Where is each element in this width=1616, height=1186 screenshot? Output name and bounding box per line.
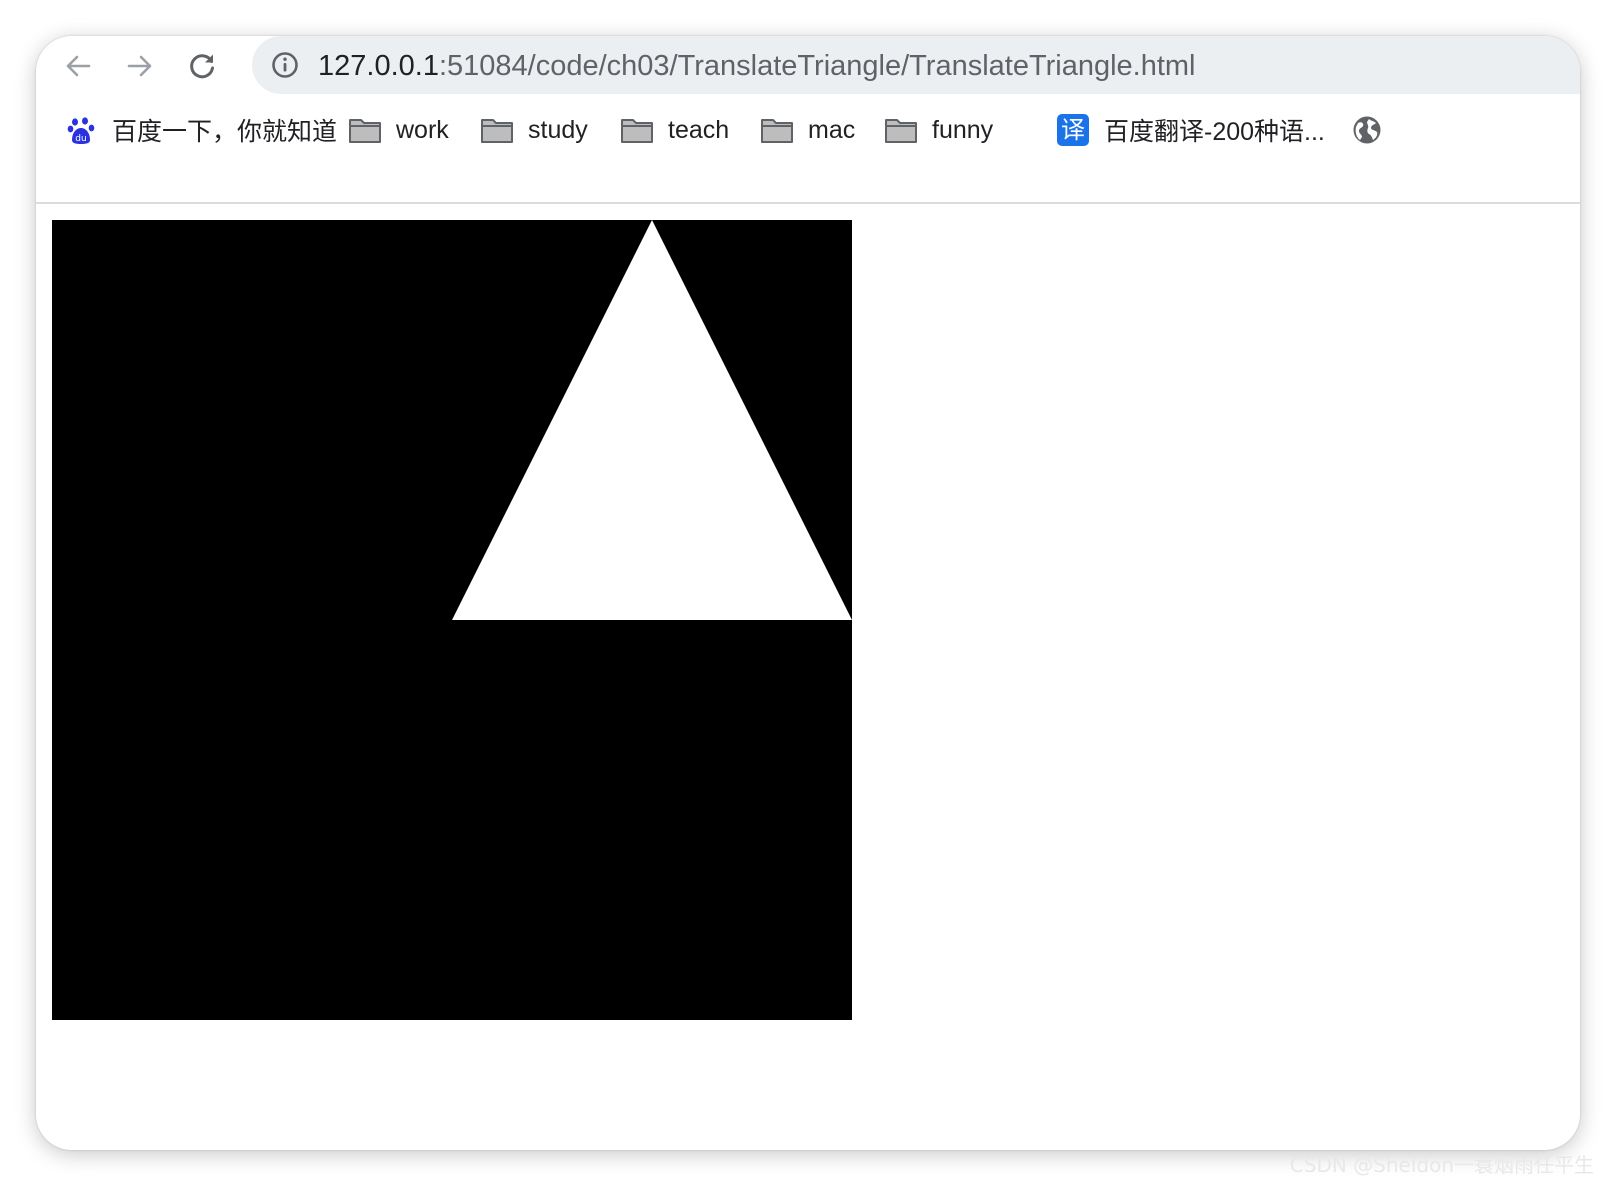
bookmark-globe[interactable]: [1350, 96, 1398, 164]
baidu-paw-icon: du: [64, 113, 98, 147]
globe-icon: [1350, 113, 1384, 147]
bookmark-label: teach: [668, 115, 730, 144]
watermark: CSDN @Sheldon一蓑烟雨任平生: [1289, 1153, 1594, 1177]
arrow-right-icon: [127, 55, 152, 77]
folder-icon: [760, 113, 794, 147]
reload-icon: [190, 54, 214, 79]
translate-icon: 译: [1056, 113, 1090, 147]
bookmark-label: 百度翻译-200种语...: [1104, 118, 1325, 146]
bookmark-baidu[interactable]: du 百度一下，你就知道: [64, 96, 337, 164]
bookmark-folder-study[interactable]: study: [480, 96, 588, 164]
address-bar[interactable]: 127.0.0.1:51084/code/ch03/TranslateTrian…: [252, 36, 1580, 94]
bookmarks-bar: du 百度一下，你就知道 work study teach mac funny …: [36, 96, 1580, 204]
url-host: 127.0.0.1: [318, 50, 439, 82]
url-text[interactable]: 127.0.0.1:51084/code/ch03/TranslateTrian…: [318, 36, 1196, 94]
reload-button[interactable]: [182, 46, 222, 86]
back-button[interactable]: [58, 46, 98, 86]
bookmark-folder-funny[interactable]: funny: [884, 96, 993, 164]
bookmark-label: work: [396, 115, 449, 144]
folder-icon: [620, 113, 654, 147]
webgl-canvas[interactable]: [52, 220, 852, 1020]
url-path: :51084/code/ch03/TranslateTriangle/Trans…: [438, 50, 1196, 82]
bookmark-baidu-translate[interactable]: 译 百度翻译-200种语...: [1056, 96, 1325, 164]
translate-badge: 译: [1057, 114, 1089, 146]
bookmark-label: funny: [932, 115, 994, 144]
bookmark-folder-mac[interactable]: mac: [760, 96, 855, 164]
folder-icon: [884, 113, 918, 147]
bookmark-label: 百度一下，你就知道: [112, 118, 338, 146]
browser-toolbar: 127.0.0.1:51084/code/ch03/TranslateTrian…: [36, 36, 1580, 96]
folder-icon: [348, 113, 382, 147]
forward-button[interactable]: [120, 46, 160, 86]
bookmark-folder-teach[interactable]: teach: [620, 96, 729, 164]
bookmark-folder-work[interactable]: work: [348, 96, 449, 164]
bookmark-label: study: [528, 115, 588, 144]
svg-text:du: du: [75, 134, 86, 144]
folder-icon: [480, 113, 514, 147]
arrow-left-icon: [66, 55, 91, 77]
info-circle-icon[interactable]: [270, 50, 300, 80]
page-content: [36, 204, 1580, 1150]
browser-window: 127.0.0.1:51084/code/ch03/TranslateTrian…: [36, 36, 1580, 1150]
bookmark-label: mac: [808, 115, 856, 144]
